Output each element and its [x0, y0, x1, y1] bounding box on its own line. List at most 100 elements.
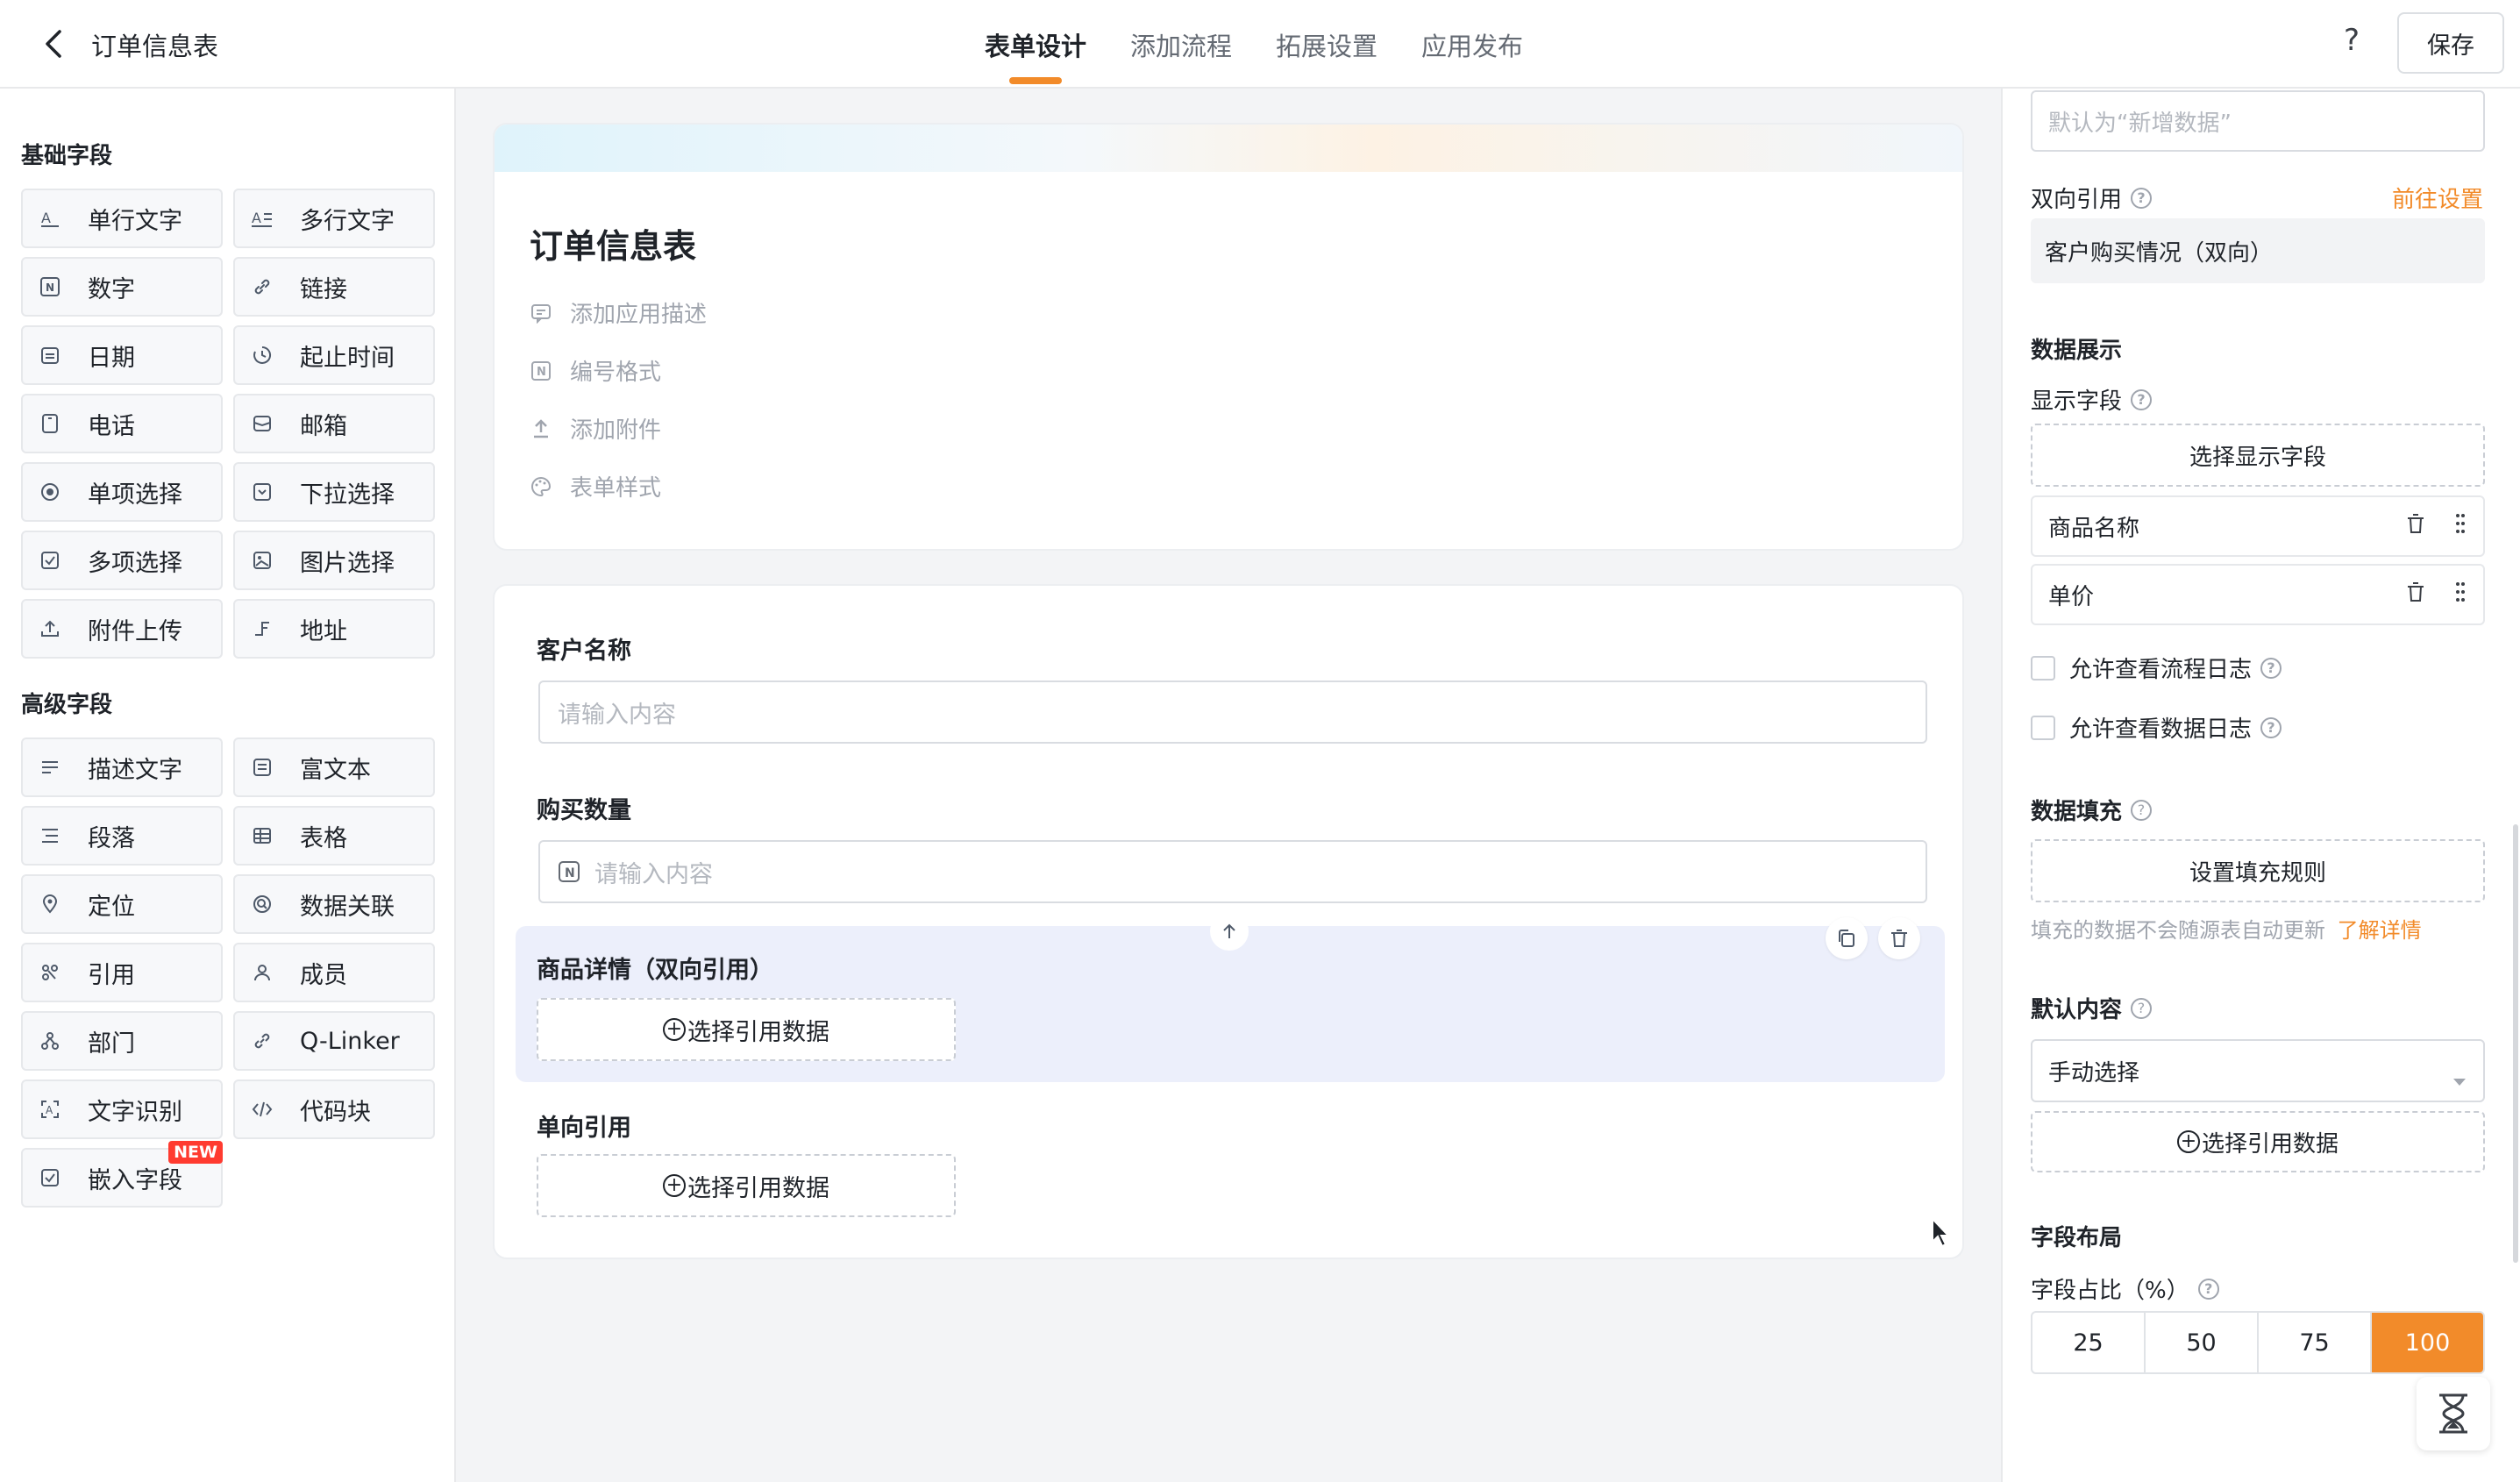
checkbox[interactable] — [2031, 715, 2055, 740]
ratio-option-50[interactable]: 50 — [2146, 1313, 2259, 1372]
advanced-fields-grid: 描述文字 富文本 段落 表格 定位 数据关联 引用 成员 部门 Q-Linker… — [21, 737, 435, 1208]
display-item: 单价 — [2031, 564, 2485, 625]
copy-icon[interactable] — [1826, 917, 1868, 959]
choose-ref-data-button[interactable]: + 选择引用数据 — [2031, 1111, 2485, 1172]
choose-display-fields-button[interactable]: 选择显示字段 — [2031, 424, 2485, 487]
save-button[interactable]: 保存 — [2397, 12, 2504, 74]
drag-handle-icon[interactable] — [2455, 512, 2466, 541]
field-reference[interactable]: 引用 — [21, 943, 223, 1002]
field-single-line-text[interactable]: A 单行文字 — [21, 189, 223, 248]
field-department[interactable]: 部门 — [21, 1011, 223, 1071]
help-circle-icon[interactable]: ? — [2131, 187, 2153, 209]
field-link[interactable]: 链接 — [233, 257, 435, 317]
tab-add-flow[interactable]: 添加流程 — [1130, 26, 1232, 88]
tab-publish[interactable]: 应用发布 — [1421, 26, 1523, 88]
field-description[interactable]: 描述文字 — [21, 737, 223, 797]
help-icon[interactable]: ? — [2332, 23, 2371, 61]
address-icon — [251, 617, 274, 640]
top-bar: 订单信息表 表单设计 添加流程 拓展设置 应用发布 ? 保存 — [0, 0, 2520, 89]
location-icon — [39, 893, 61, 916]
field-q-linker[interactable]: Q-Linker — [233, 1011, 435, 1071]
dropdown-icon — [251, 481, 274, 503]
tab-form-design[interactable]: 表单设计 — [985, 26, 1086, 88]
field-number[interactable]: N 数字 — [21, 257, 223, 317]
ratio-option-25[interactable]: 25 — [2032, 1313, 2146, 1372]
paragraph-icon — [39, 824, 61, 847]
field-paragraph[interactable]: 段落 — [21, 806, 223, 866]
field-label-quantity: 购买数量 — [537, 797, 631, 824]
field-table[interactable]: 表格 — [233, 806, 435, 866]
field-upload[interactable]: 附件上传 — [21, 599, 223, 659]
field-member[interactable]: 成员 — [233, 943, 435, 1002]
svg-text:N: N — [537, 366, 546, 379]
help-circle-icon[interactable]: ? — [2131, 799, 2153, 821]
allow-flow-log-checkbox[interactable]: 允许查看流程日志? — [2031, 652, 2282, 684]
field-ocr[interactable]: A 文字识别 — [21, 1079, 223, 1139]
embed-icon — [39, 1166, 61, 1189]
ratio-option-100[interactable]: 100 — [2372, 1313, 2483, 1372]
tab-extension-settings[interactable]: 拓展设置 — [1276, 26, 1377, 88]
field-embed[interactable]: 嵌入字段 NEW — [21, 1141, 223, 1208]
help-circle-icon[interactable]: ? — [2131, 997, 2153, 1019]
help-circle-icon[interactable]: ? — [2131, 388, 2153, 410]
reference-icon — [39, 961, 61, 984]
delete-icon[interactable] — [2406, 513, 2425, 540]
field-phone[interactable]: 电话 — [21, 394, 223, 453]
field-data-link[interactable]: 数据关联 — [233, 874, 435, 934]
table-icon — [251, 824, 274, 847]
goto-settings-link[interactable]: 前往设置 — [2392, 182, 2483, 214]
checkbox[interactable] — [2031, 655, 2055, 680]
default-content-title: 默认内容? — [2031, 992, 2153, 1024]
field-address[interactable]: 地址 — [233, 599, 435, 659]
delete-icon[interactable] — [1878, 917, 1920, 959]
field-checkbox[interactable]: 多项选择 — [21, 531, 223, 590]
help-circle-icon[interactable]: ? — [2197, 1278, 2219, 1300]
hourglass-icon[interactable] — [2417, 1377, 2490, 1450]
mail-icon — [251, 412, 274, 435]
svg-text:A: A — [252, 210, 261, 226]
customer-name-input[interactable]: 请输入内容 — [538, 680, 1927, 744]
field-dropdown[interactable]: 下拉选择 — [233, 462, 435, 522]
learn-more-link[interactable]: 了解详情 — [2338, 918, 2422, 943]
number-format-link[interactable]: N 编号格式 — [530, 354, 661, 387]
field-time-range[interactable]: 起止时间 — [233, 325, 435, 385]
field-image[interactable]: 图片选择 — [233, 531, 435, 590]
help-circle-icon[interactable]: ? — [2260, 716, 2282, 738]
add-description-link[interactable]: 添加应用描述 — [530, 296, 707, 329]
field-location[interactable]: 定位 — [21, 874, 223, 934]
basic-fields-title: 基础字段 — [21, 143, 113, 169]
quantity-input[interactable]: N 请输入内容 — [538, 840, 1927, 903]
app-title: 订单信息表 — [91, 32, 219, 61]
set-fill-rules-button[interactable]: 设置填充规则 — [2031, 839, 2485, 902]
upload-icon — [39, 617, 61, 640]
title-input[interactable]: 默认为“新增数据” — [2031, 90, 2485, 152]
field-multi-line-text[interactable]: A 多行文字 — [233, 189, 435, 248]
add-attachment-link[interactable]: 添加附件 — [530, 412, 661, 445]
help-circle-icon[interactable]: ? — [2260, 657, 2282, 679]
select-ref-data-button[interactable]: + 选择引用数据 — [537, 998, 956, 1061]
move-up-icon[interactable] — [1210, 912, 1249, 951]
field-date[interactable]: 日期 — [21, 325, 223, 385]
tab-bar: 表单设计 添加流程 拓展设置 应用发布 — [985, 26, 1523, 88]
field-rich-text[interactable]: 富文本 — [233, 737, 435, 797]
data-display-title: 数据展示 — [2031, 338, 2123, 364]
delete-icon[interactable] — [2406, 581, 2425, 609]
display-item: 商品名称 — [2031, 495, 2485, 557]
attachment-upload-icon — [530, 417, 552, 440]
ocr-icon: A — [39, 1098, 61, 1121]
right-panel-scrollbar[interactable] — [2513, 824, 2518, 1263]
new-badge: NEW — [168, 1141, 223, 1164]
property-panel: 默认为“新增数据” 双向引用? 前往设置 客户购买情况（双向） 数据展示 显示字… — [2001, 89, 2520, 1482]
field-email[interactable]: 邮箱 — [233, 394, 435, 453]
form-title[interactable]: 订单信息表 — [530, 219, 696, 267]
link-icon — [251, 275, 274, 298]
allow-data-log-checkbox[interactable]: 允许查看数据日志? — [2031, 711, 2282, 744]
back-arrow-icon[interactable] — [35, 26, 70, 61]
drag-handle-icon[interactable] — [2455, 581, 2466, 609]
default-mode-select[interactable]: 手动选择 — [2031, 1039, 2485, 1102]
field-radio[interactable]: 单项选择 — [21, 462, 223, 522]
select-ref-data-button-2[interactable]: + 选择引用数据 — [537, 1154, 956, 1217]
form-style-link[interactable]: 表单样式 — [530, 470, 661, 502]
field-code[interactable]: 代码块 — [233, 1079, 435, 1139]
ratio-option-75[interactable]: 75 — [2259, 1313, 2372, 1372]
